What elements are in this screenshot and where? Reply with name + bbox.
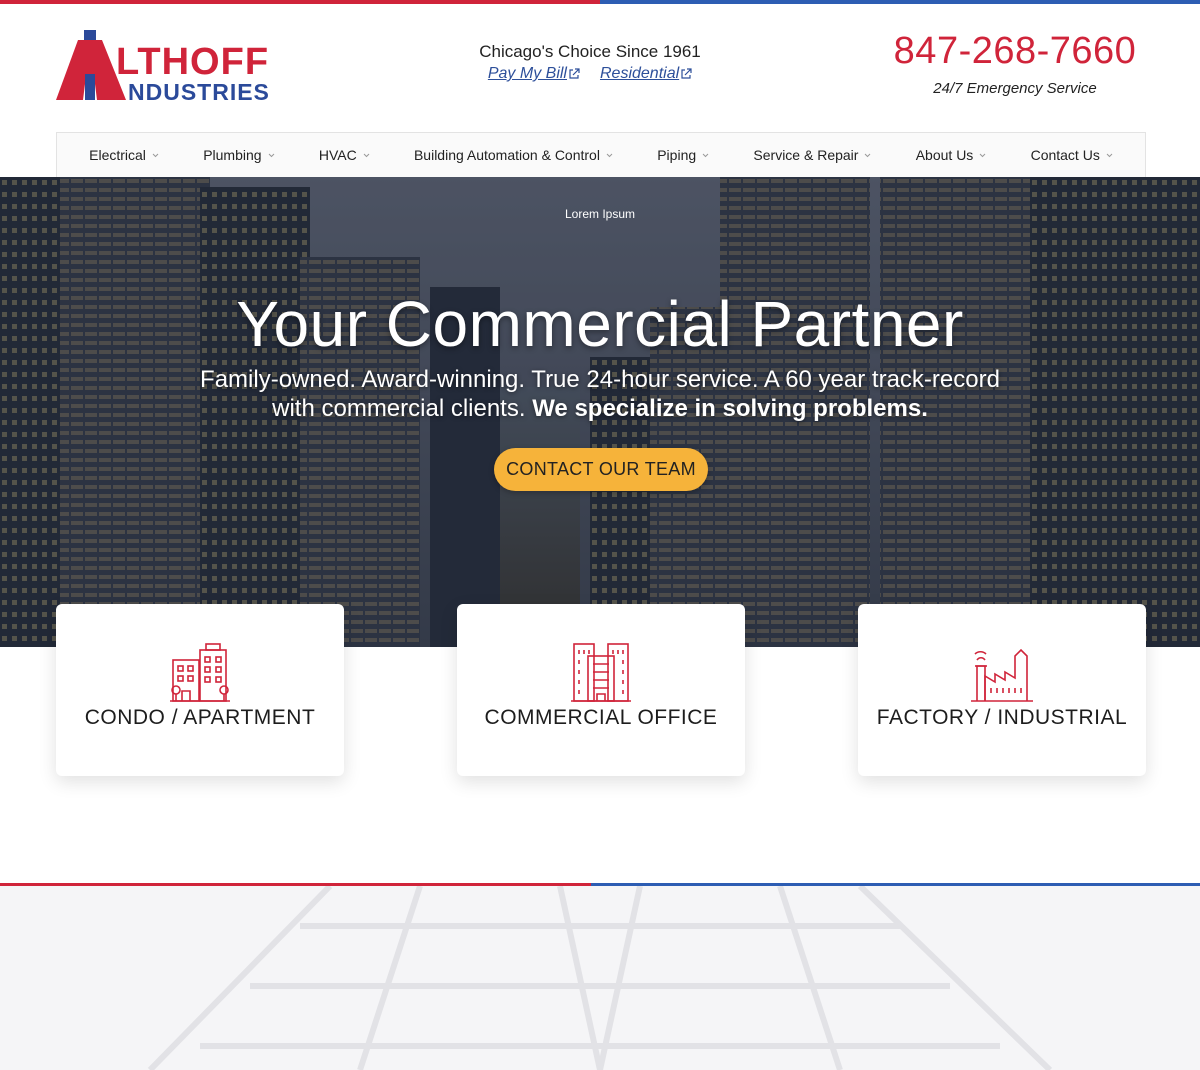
residential-link[interactable]: Residential bbox=[600, 65, 692, 83]
hero-subtitle-bold: We specialize in solving problems. bbox=[532, 395, 928, 422]
nav-label: HVAC bbox=[318, 147, 357, 163]
nav-label: Building Automation & Control bbox=[413, 147, 600, 163]
bottom-section-background bbox=[0, 886, 1200, 1070]
card-label: FACTORY / INDUSTRIAL bbox=[876, 706, 1128, 729]
chevron-down-icon bbox=[865, 153, 871, 157]
chevron-down-icon bbox=[702, 153, 709, 157]
nav-item-electrical[interactable]: Electrical bbox=[89, 147, 159, 163]
nav-label: About Us bbox=[915, 147, 974, 163]
card-factory-industrial[interactable]: FACTORY / INDUSTRIAL bbox=[858, 604, 1146, 776]
header-links: Pay My Bill Residential bbox=[460, 65, 720, 83]
nav-item-plumbing[interactable]: Plumbing bbox=[203, 147, 274, 163]
hero-kicker: Lorem Ipsum bbox=[564, 207, 636, 221]
nav-item-contact-us[interactable]: Contact Us bbox=[1031, 147, 1113, 163]
residential-label: Residential bbox=[599, 65, 680, 82]
logo-word-bottom: NDUSTRIES bbox=[128, 79, 270, 105]
phone-number[interactable]: 847-268-7660 bbox=[880, 30, 1150, 73]
pay-bill-label: Pay My Bill bbox=[487, 65, 567, 82]
nav-label: Contact Us bbox=[1030, 147, 1100, 163]
nav-label: Electrical bbox=[89, 147, 146, 163]
tagline: Chicago's Choice Since 1961 bbox=[479, 42, 701, 61]
external-link-icon bbox=[681, 68, 692, 79]
factory-icon bbox=[971, 648, 1033, 702]
chevron-down-icon bbox=[268, 153, 274, 157]
card-label: CONDO / APARTMENT bbox=[84, 706, 316, 729]
hero-subtitle: Family-owned. Award-winning. True 24-hou… bbox=[190, 365, 1010, 423]
nav-label: Service & Repair bbox=[753, 147, 859, 163]
chevron-down-icon bbox=[979, 153, 986, 157]
faded-building-watermark bbox=[147, 886, 1053, 1070]
chevron-down-icon bbox=[606, 153, 613, 157]
hero-banner: Lorem Ipsum Your Commercial Partner Fami… bbox=[0, 177, 1200, 647]
nav-item-piping[interactable]: Piping bbox=[657, 147, 709, 163]
card-commercial-office[interactable]: COMMERCIAL OFFICE bbox=[457, 604, 745, 776]
site-logo[interactable]: LTHOFF NDUSTRIES bbox=[56, 30, 301, 104]
nav-label: Piping bbox=[657, 147, 697, 163]
nav-item-about-us[interactable]: About Us bbox=[916, 147, 987, 163]
nav-item-hvac[interactable]: HVAC bbox=[319, 147, 370, 163]
contact-team-button[interactable]: CONTACT OUR TEAM bbox=[494, 448, 708, 491]
apartment-buildings-icon bbox=[170, 643, 230, 702]
chevron-down-icon bbox=[152, 153, 159, 157]
nav-item-building-automation[interactable]: Building Automation & Control bbox=[414, 147, 613, 163]
card-label: COMMERCIAL OFFICE bbox=[484, 706, 718, 729]
office-building-icon bbox=[571, 643, 631, 702]
card-condo-apartment[interactable]: CONDO / APARTMENT bbox=[56, 604, 344, 776]
accent-red bbox=[0, 0, 600, 4]
nav-item-service-repair[interactable]: Service & Repair bbox=[753, 147, 871, 163]
main-nav: Electrical Plumbing HVAC Building Automa… bbox=[56, 132, 1146, 177]
top-accent-bar bbox=[0, 0, 1200, 4]
hero-title: Your Commercial Partner bbox=[236, 288, 964, 360]
chevron-down-icon bbox=[1106, 153, 1113, 157]
pay-bill-link[interactable]: Pay My Bill bbox=[488, 65, 580, 83]
emergency-service-text: 24/7 Emergency Service bbox=[933, 80, 1097, 97]
external-link-icon bbox=[569, 68, 580, 79]
nav-label: Plumbing bbox=[203, 147, 262, 163]
chevron-down-icon bbox=[363, 153, 370, 157]
accent-blue bbox=[600, 0, 1200, 4]
logo-word-top: LTHOFF bbox=[116, 41, 270, 83]
